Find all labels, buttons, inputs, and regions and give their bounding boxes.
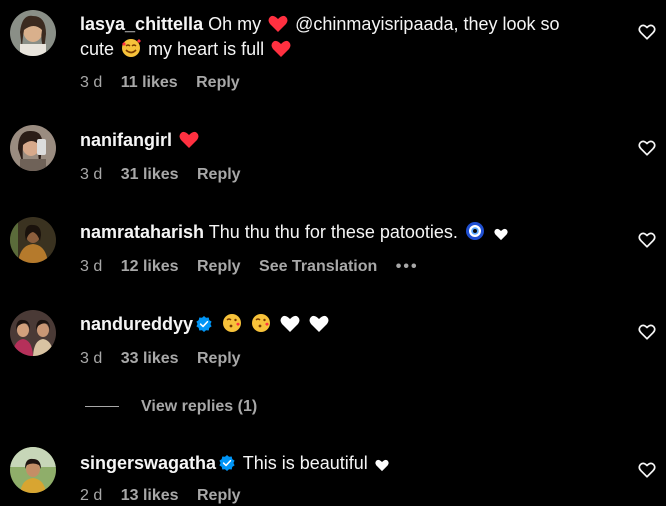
white-heart-icon — [280, 315, 300, 340]
view-replies-divider — [85, 406, 119, 408]
comment-text: namrataharish Thu thu thu for these pato… — [80, 220, 616, 248]
reply-button[interactable]: Reply — [197, 166, 241, 183]
verified-badge-icon — [196, 314, 212, 339]
avatar[interactable] — [10, 447, 56, 493]
more-options-icon[interactable]: ••• — [396, 258, 419, 275]
avatar[interactable] — [10, 217, 56, 263]
comment-likes[interactable]: 13 likes — [121, 487, 179, 504]
see-translation-button[interactable]: See Translation — [259, 258, 377, 275]
comment-username[interactable]: nandureddyy — [80, 314, 193, 334]
comment-time: 2 d — [80, 487, 103, 504]
comment-body-cont: , they look so — [453, 14, 560, 34]
comment-text: singerswagatha This is beautiful — [80, 451, 616, 479]
comment-likes[interactable]: 31 likes — [121, 166, 179, 183]
reply-button[interactable]: Reply — [197, 350, 241, 367]
comment-time: 3 d — [80, 258, 103, 275]
comment-likes[interactable]: 11 likes — [121, 74, 178, 91]
like-heart-icon[interactable] — [638, 139, 656, 157]
comment-body: Oh my — [208, 14, 262, 34]
face-blowing-kiss-icon — [222, 313, 242, 340]
mention-link[interactable]: @chinmayisripaada — [295, 14, 453, 34]
comment-body-line2b: my heart is full — [148, 39, 265, 59]
white-heart-icon — [494, 223, 508, 248]
avatar[interactable] — [10, 125, 56, 171]
smiling-face-with-hearts-icon — [121, 38, 142, 65]
comment-username[interactable]: singerswagatha — [80, 453, 216, 473]
comment-body: This is beautiful — [242, 453, 368, 473]
comment-time: 3 d — [80, 350, 103, 367]
like-heart-icon[interactable] — [638, 23, 656, 41]
verified-badge-icon — [219, 453, 235, 478]
comment-time: 3 d — [80, 166, 103, 183]
red-heart-icon — [179, 131, 199, 156]
comment-body-line2a: cute — [80, 39, 115, 59]
comment-meta: 3 d 12 likes Reply See Translation ••• — [80, 257, 433, 277]
avatar[interactable] — [10, 310, 56, 356]
comment-username[interactable]: nanifangirl — [80, 130, 172, 150]
comment-username[interactable]: lasya_chittella — [80, 14, 203, 34]
comment-meta: 3 d 31 likes Reply — [80, 165, 255, 185]
reply-button[interactable]: Reply — [197, 258, 241, 275]
comment-meta: 3 d 11 likes Reply — [80, 73, 254, 93]
reply-button[interactable]: Reply — [196, 74, 240, 91]
comment-text: nanifangirl — [80, 128, 616, 156]
avatar[interactable] — [10, 10, 56, 56]
comment-username[interactable]: namrataharish — [80, 222, 204, 242]
nazar-amulet-icon — [465, 221, 485, 248]
comment-text: lasya_chittella Oh my @chinmayisripaada,… — [80, 12, 616, 40]
view-replies-button[interactable]: View replies (1) — [85, 397, 257, 417]
comment-text-line2: cute my heart is full — [80, 37, 616, 65]
like-heart-icon[interactable] — [638, 461, 656, 479]
white-heart-icon — [309, 315, 329, 340]
view-replies-label[interactable]: View replies (1) — [141, 398, 257, 415]
comment-meta: 3 d 33 likes Reply — [80, 349, 255, 369]
comment-body: Thu thu thu for these patooties. — [208, 222, 458, 242]
like-heart-icon[interactable] — [638, 231, 656, 249]
face-blowing-kiss-icon — [251, 313, 271, 340]
comment-meta: 2 d 13 likes Reply — [80, 486, 255, 506]
like-heart-icon[interactable] — [638, 323, 656, 341]
comment-text: nandureddyy — [80, 312, 616, 340]
reply-button[interactable]: Reply — [197, 487, 241, 504]
comment-time: 3 d — [80, 74, 103, 91]
comment-likes[interactable]: 33 likes — [121, 350, 179, 367]
comment-likes[interactable]: 12 likes — [121, 258, 179, 275]
red-heart-icon — [271, 40, 291, 65]
white-heart-icon — [375, 454, 389, 479]
